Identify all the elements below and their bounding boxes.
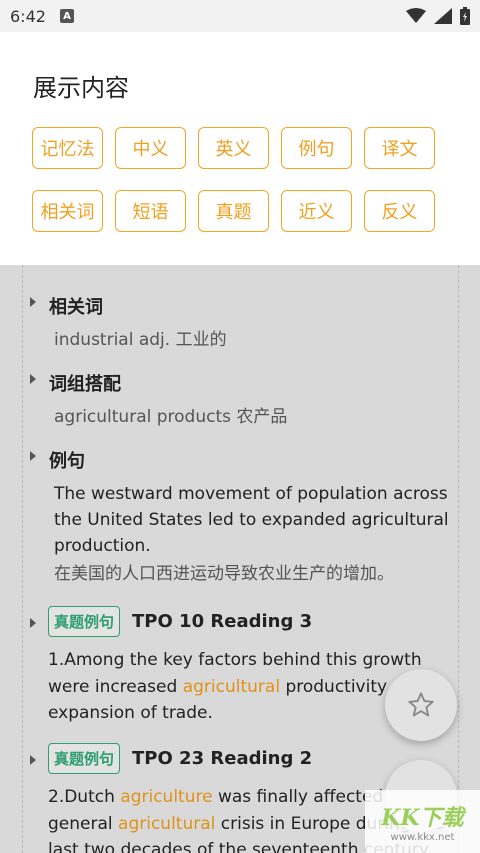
favorite-button[interactable] — [385, 669, 457, 741]
chip-english-meaning[interactable]: 英义 — [198, 127, 269, 169]
chip-synonyms[interactable]: 近义 — [281, 190, 352, 232]
divider — [22, 265, 23, 853]
expand-arrow-icon — [30, 755, 36, 765]
highlight-word: agriculture — [120, 787, 213, 807]
chip-phrases[interactable]: 短语 — [115, 190, 186, 232]
chip-antonyms[interactable]: 反义 — [364, 190, 435, 232]
section-title: 相关词 — [49, 297, 103, 318]
chip-related-words[interactable]: 相关词 — [32, 190, 103, 232]
exam-title: TPO 10 Reading 3 — [132, 611, 313, 632]
section-body: industrial adj. 工业的 — [54, 330, 227, 350]
battery-icon — [460, 7, 470, 25]
watermark-text: KK下载 — [381, 805, 464, 831]
wifi-icon — [406, 8, 426, 23]
sheet-title: 展示内容 — [33, 74, 129, 102]
exam-title: TPO 23 Reading 2 — [132, 748, 313, 769]
highlight-word: agricultural — [182, 676, 281, 697]
example-chinese: 在美国的人口西进运动导致农业生产的增加。 — [54, 564, 394, 584]
section-related-words[interactable]: 相关词 industrial adj. 工业的 — [30, 293, 460, 353]
highlight-word: agricultural — [118, 813, 216, 834]
star-icon — [408, 692, 434, 717]
section-phrases[interactable]: 词组搭配 agricultural products 农产品 — [30, 370, 460, 430]
expand-arrow-icon — [30, 374, 36, 384]
status-icons — [406, 7, 470, 25]
notification-icon: A — [59, 9, 74, 23]
expand-arrow-icon — [30, 451, 36, 461]
example-english: The westward movement of population acro… — [54, 484, 449, 556]
section-body: agricultural products 农产品 — [54, 407, 288, 427]
signal-icon — [434, 8, 452, 24]
expand-arrow-icon — [30, 297, 36, 307]
chip-chinese-meaning[interactable]: 中义 — [115, 127, 186, 169]
watermark-url: www.kkx.net — [390, 832, 455, 843]
exam-badge: 真题例句 — [48, 606, 121, 637]
chip-translation[interactable]: 译文 — [364, 127, 435, 169]
chip-mnemonic[interactable]: 记忆法 — [32, 127, 103, 169]
expand-arrow-icon — [30, 618, 36, 628]
section-examples[interactable]: 例句 The westward movement of population a… — [30, 447, 460, 587]
watermark-logo: KK下载 www.kkx.net — [365, 790, 480, 853]
chip-example[interactable]: 例句 — [281, 127, 352, 169]
section-title: 例句 — [49, 451, 85, 472]
section-title: 词组搭配 — [49, 374, 121, 395]
chip-group: 记忆法 中义 英义 例句 译文 相关词 短语 真题 近义 反义 — [32, 127, 452, 232]
status-bar: 6:42 A — [0, 0, 480, 32]
exam-badge: 真题例句 — [48, 743, 121, 774]
display-content-sheet: 展示内容 记忆法 中义 英义 例句 译文 相关词 短语 真题 近义 反义 — [0, 32, 480, 265]
status-time: 6:42 — [10, 6, 46, 26]
chip-exam-questions[interactable]: 真题 — [198, 190, 269, 232]
